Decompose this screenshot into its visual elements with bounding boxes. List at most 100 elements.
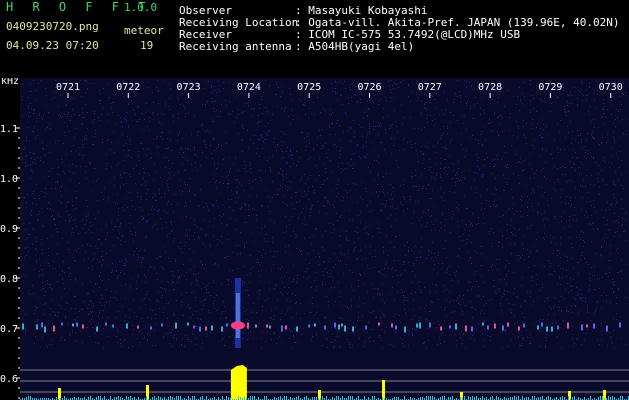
signal-dot (586, 324, 588, 328)
signal-dot (404, 326, 406, 333)
signal-dot (193, 325, 195, 329)
signal-dot (76, 322, 78, 327)
signal-dot (44, 326, 46, 333)
signal-dot (126, 323, 128, 329)
signal-dot (296, 326, 298, 332)
signal-dot (619, 322, 621, 328)
spectrogram: kHz 1.1 1.0 0.9 0.8 0.7 0.6 0721 0722 0723 0724 072… (0, 78, 629, 400)
signal-dot (391, 323, 393, 328)
signal-dot (541, 322, 543, 327)
signal-dot (502, 325, 504, 331)
signal-dot (593, 323, 595, 329)
signal-dot (429, 322, 431, 328)
antenna-label: Receiving antenna (179, 40, 292, 53)
signal-dot (96, 326, 98, 332)
signal-dot (352, 326, 354, 332)
y-tick-label: 1.1 (0, 124, 18, 135)
signal-dot (314, 323, 316, 327)
signal-dot (341, 323, 343, 327)
signal-dot (187, 322, 189, 326)
signal-dot (416, 323, 418, 328)
meteor-intensity-bar (230, 365, 247, 400)
signal-dot (523, 323, 525, 328)
signal-dot (494, 323, 496, 329)
y-tick-label: 0.7 (0, 324, 18, 335)
signal-dot (36, 324, 38, 330)
time-tick-label: 0724 (237, 82, 261, 93)
time-tick-label: 0725 (297, 82, 321, 93)
antenna-value: : A504HB(yagi 4el) (295, 40, 415, 53)
time-tick-label: 0726 (357, 82, 381, 93)
app-version: 1.0.0 (124, 1, 158, 14)
signal-dot (61, 322, 63, 326)
y-tick-label: 0.9 (0, 224, 18, 235)
signal-dot (465, 325, 467, 332)
signal-dot (269, 325, 271, 329)
signal-dot (334, 322, 336, 328)
signal-dot (606, 325, 608, 332)
signal-dot (308, 324, 310, 328)
signal-dot (546, 326, 548, 332)
signal-dot (205, 326, 207, 331)
time-tick-label: 0721 (56, 82, 80, 93)
signal-dot (22, 323, 24, 330)
signal-dot (281, 325, 283, 332)
meteor-label: meteor (124, 24, 164, 37)
time-tick-label: 0723 (177, 82, 201, 93)
signal-dot (419, 322, 421, 329)
y-tick-label: 0.6 (0, 374, 18, 385)
signal-dot (378, 322, 380, 326)
time-tick-label: 0730 (599, 82, 623, 93)
signal-dot (221, 326, 223, 332)
signal-dot (285, 325, 287, 330)
filename-label: 0409230720.png (6, 20, 99, 33)
datetime-label: 04.09.23 07:20 (6, 39, 99, 52)
meteor-echo (230, 321, 245, 330)
time-tick-label: 0729 (538, 82, 562, 93)
meteor-count: 19 (140, 39, 154, 52)
signal-dot (82, 324, 84, 329)
signal-dot (482, 322, 484, 326)
signal-dot (581, 324, 583, 331)
signal-dot (338, 324, 340, 330)
signal-dot (137, 325, 139, 329)
signal-dot (247, 322, 249, 329)
signal-dot (440, 326, 442, 331)
signal-dot (175, 322, 177, 329)
header-panel: H R O F F T 1.0.0 0409230720.png meteor … (0, 0, 629, 78)
signal-dot (449, 325, 451, 329)
signal-dot (455, 323, 457, 330)
signal-dot (199, 326, 201, 332)
signal-dot (150, 326, 152, 330)
signal-dot (105, 322, 107, 326)
signal-dot (226, 323, 228, 327)
signal-dot (161, 323, 163, 327)
y-tick-label: 0.8 (0, 274, 18, 285)
time-tick-label: 0722 (116, 82, 140, 93)
signal-dot (211, 325, 213, 331)
y-tick-label: 1.0 (0, 174, 18, 185)
signal-dot (537, 325, 539, 330)
time-tick-label: 0728 (478, 82, 502, 93)
signal-dot (487, 325, 489, 330)
signal-dot (72, 323, 74, 327)
signal-dot (112, 324, 114, 328)
signal-dot (41, 322, 43, 328)
signal-dot (344, 325, 346, 332)
signal-dot (395, 325, 397, 330)
signal-dot (365, 325, 367, 330)
signal-dot (507, 322, 509, 327)
meteor-core (235, 293, 240, 338)
signal-dot (266, 324, 268, 328)
signal-dot (518, 326, 520, 331)
time-tick-label: 0727 (418, 82, 442, 93)
signal-dot (255, 324, 257, 328)
signal-dot (557, 325, 559, 330)
signal-dot (551, 326, 553, 332)
spectrogram-field (20, 78, 629, 400)
signal-dot (471, 326, 473, 332)
signal-dot (324, 325, 326, 330)
signal-dot (567, 322, 569, 329)
signal-dot (53, 325, 55, 332)
y-unit-label: kHz (1, 78, 19, 87)
